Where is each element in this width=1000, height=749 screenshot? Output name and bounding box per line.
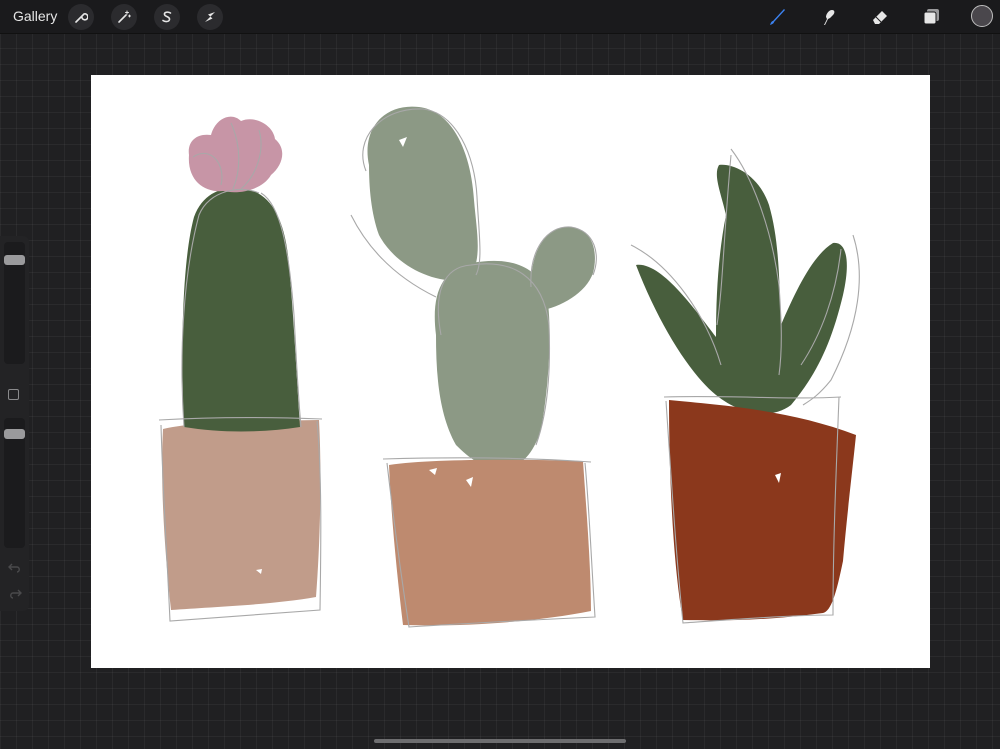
transform-button[interactable] bbox=[197, 4, 223, 30]
gallery-button[interactable]: Gallery bbox=[13, 8, 57, 24]
middle-pot bbox=[389, 459, 591, 626]
artwork bbox=[158, 106, 860, 628]
magic-wand-icon bbox=[118, 10, 131, 23]
adjustments-button[interactable] bbox=[111, 4, 137, 30]
brush-size-slider[interactable] bbox=[4, 242, 25, 364]
smudge-icon bbox=[824, 10, 835, 25]
redo-icon bbox=[9, 589, 22, 599]
brush-icon bbox=[770, 9, 785, 25]
middle-cactus-ear bbox=[367, 106, 478, 281]
side-toolbar bbox=[0, 236, 29, 611]
color-picker-button[interactable] bbox=[971, 5, 993, 27]
opacity-thumb[interactable] bbox=[4, 428, 25, 439]
left-pot bbox=[162, 420, 321, 610]
brush-size-thumb[interactable] bbox=[4, 255, 25, 266]
left-cactus-body bbox=[182, 187, 300, 432]
right-plant-leaves bbox=[636, 164, 847, 414]
middle-cactus-arm bbox=[531, 227, 595, 311]
actions-button[interactable] bbox=[68, 4, 94, 30]
modify-button[interactable] bbox=[8, 389, 19, 400]
eraser-button[interactable] bbox=[868, 5, 892, 29]
right-pot bbox=[669, 400, 856, 621]
undo-button[interactable] bbox=[6, 562, 23, 576]
layers-icon bbox=[923, 9, 939, 25]
eraser-icon bbox=[873, 11, 887, 24]
home-indicator bbox=[374, 739, 626, 743]
layers-button[interactable] bbox=[919, 5, 943, 29]
opacity-slider[interactable] bbox=[4, 418, 25, 548]
redo-button[interactable] bbox=[6, 588, 23, 602]
brush-button[interactable] bbox=[765, 5, 789, 29]
drawing-canvas[interactable] bbox=[91, 75, 930, 668]
middle-cactus-body bbox=[434, 260, 550, 468]
top-toolbar: Gallery bbox=[0, 0, 1000, 34]
wrench-icon bbox=[75, 13, 88, 23]
transform-arrow-icon bbox=[205, 12, 215, 22]
selection-button[interactable] bbox=[154, 4, 180, 30]
selection-s-icon bbox=[162, 11, 172, 23]
smudge-button[interactable] bbox=[816, 5, 840, 29]
undo-icon bbox=[7, 563, 20, 573]
